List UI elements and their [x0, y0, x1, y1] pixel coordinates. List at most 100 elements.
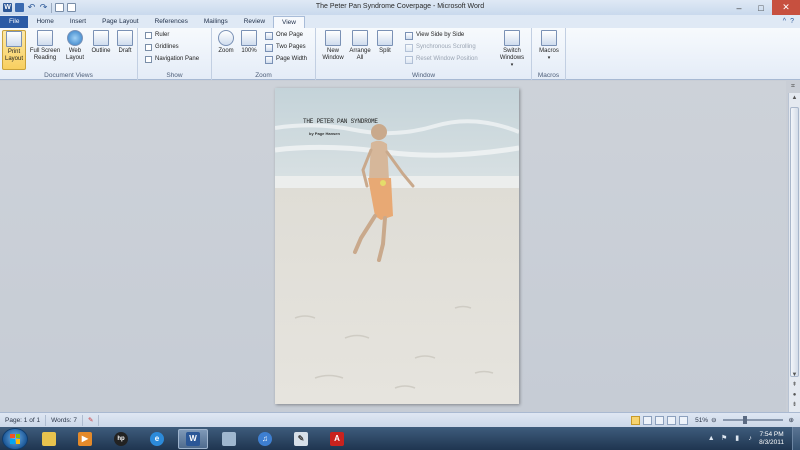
zoom-in-icon[interactable]: ⊕ [789, 416, 794, 424]
full-screen-view-icon[interactable] [643, 415, 653, 425]
macros-icon [541, 30, 557, 46]
taskbar-windows-explorer[interactable] [34, 429, 64, 449]
save-icon[interactable] [15, 3, 24, 12]
undo-icon[interactable]: ↶ [27, 3, 36, 12]
folder-icon [42, 431, 56, 446]
volume-icon[interactable]: ♪ [746, 435, 754, 443]
tab-mailings[interactable]: Mailings [196, 16, 236, 28]
tab-home[interactable]: Home [28, 16, 61, 28]
show-hidden-icons-icon[interactable]: ▲ [707, 435, 715, 443]
zoom-slider[interactable] [722, 416, 783, 424]
word-logo-icon[interactable]: W [3, 3, 12, 12]
two-pages-button[interactable]: Two Pages [265, 43, 306, 52]
ruler-checkbox[interactable]: Ruler [145, 31, 169, 40]
ruler-label: Ruler [155, 32, 170, 38]
draft-view-icon[interactable] [679, 415, 689, 425]
zoom-out-icon[interactable]: ⊖ [711, 416, 716, 424]
scroll-up-icon[interactable]: ▲ [789, 93, 800, 103]
taskbar-paint[interactable]: ✎ [286, 429, 316, 449]
clock[interactable]: 7:54 PM 8/3/2011 [759, 431, 784, 447]
tab-insert[interactable]: Insert [62, 16, 94, 28]
taskbar-adobe-reader[interactable]: A [322, 429, 352, 449]
minimize-button[interactable]: – [728, 0, 750, 15]
scroll-down-icon[interactable]: ▼ [789, 370, 800, 380]
arrange-all-label: Arrange All [349, 48, 371, 61]
split-label: Split [379, 48, 391, 54]
print-preview-icon[interactable] [67, 3, 76, 12]
zoom-100-label: 100% [241, 48, 257, 54]
ribbon-tabs: File Home Insert Page Layout References … [0, 15, 800, 28]
taskbar-network[interactable] [214, 429, 244, 449]
word-count[interactable]: Words: 7 [46, 414, 83, 426]
print-layout-icon [6, 31, 22, 47]
qat-separator [51, 2, 52, 13]
view-side-by-side-label: View Side by Side [416, 32, 465, 38]
tab-page-layout[interactable]: Page Layout [94, 16, 147, 28]
view-side-by-side-icon [405, 31, 413, 40]
taskbar-itunes[interactable]: ♫ [250, 429, 280, 449]
new-document-icon[interactable] [55, 3, 64, 12]
start-button[interactable] [2, 427, 28, 450]
group-document-views: Print Layout Full Screen Reading Web Lay… [0, 28, 138, 80]
maximize-button[interactable]: □ [750, 0, 772, 15]
synchronous-scrolling-icon [405, 43, 413, 52]
reset-window-position-button[interactable]: Reset Window Position [405, 55, 478, 64]
zoom-100-button[interactable]: 100% [239, 30, 259, 55]
view-side-by-side-button[interactable]: View Side by Side [405, 31, 464, 40]
tab-view[interactable]: View [273, 16, 305, 28]
zoom-slider-knob[interactable] [742, 416, 747, 424]
page-width-icon [265, 55, 273, 64]
view-ruler-icon[interactable]: ⌗ [788, 83, 798, 93]
outline-view-icon[interactable] [667, 415, 677, 425]
network-status-icon[interactable]: ▮ [733, 435, 741, 443]
taskbar-microsoft-word[interactable]: W [178, 428, 208, 449]
one-page-label: One Page [276, 32, 304, 38]
macros-button[interactable]: Macros ▾ [536, 30, 562, 62]
new-window-button[interactable]: New Window [319, 30, 347, 62]
one-page-button[interactable]: One Page [265, 31, 303, 40]
zoom-label: Zoom [218, 48, 234, 54]
synchronous-scrolling-button[interactable]: Synchronous Scrolling [405, 43, 476, 52]
tab-review[interactable]: Review [236, 16, 273, 28]
reset-window-position-icon [405, 55, 413, 64]
help-icon[interactable]: ? [790, 18, 794, 25]
switch-windows-button[interactable]: Switch Windows ▾ [496, 30, 528, 69]
taskbar-internet-explorer[interactable]: e [142, 429, 172, 449]
page-width-button[interactable]: Page Width [265, 55, 307, 64]
split-button[interactable]: Split [375, 30, 395, 55]
minimize-ribbon-icon[interactable]: ^ [783, 18, 786, 25]
browse-object-icon[interactable]: ● [789, 390, 800, 400]
next-page-icon[interactable]: ⇟ [789, 400, 800, 410]
flag-icon[interactable]: ⚑ [720, 435, 728, 443]
taskbar-hp[interactable]: hp [106, 429, 136, 449]
group-zoom: Zoom 100% One Page Two Pages Page Width … [212, 28, 316, 80]
gridlines-checkbox[interactable]: Gridlines [145, 43, 179, 52]
tab-file[interactable]: File [0, 16, 29, 28]
document-page[interactable]: THE PETER PAN SYNDROME by Page Hansen [275, 88, 519, 404]
tab-references[interactable]: References [147, 16, 196, 28]
previous-page-icon[interactable]: ⇞ [789, 380, 800, 390]
web-layout-button[interactable]: Web Layout [64, 30, 86, 62]
zoom-level[interactable]: 51% [695, 417, 708, 424]
switch-windows-label: Switch Windows [499, 48, 525, 61]
outline-label: Outline [91, 48, 111, 54]
vertical-scrollbar[interactable]: ▲ ▼ ⇞ ● ⇟ [788, 93, 800, 412]
outline-button[interactable]: Outline [88, 30, 114, 55]
print-layout-button[interactable]: Print Layout [2, 30, 26, 70]
draft-button[interactable]: Draft [115, 30, 135, 55]
web-layout-view-icon[interactable] [655, 415, 665, 425]
arrange-all-button[interactable]: Arrange All [348, 30, 372, 62]
scroll-thumb[interactable] [790, 107, 799, 377]
redo-icon[interactable]: ↷ [39, 3, 48, 12]
print-layout-view-icon[interactable] [631, 415, 641, 425]
group-label-show: Show [166, 72, 183, 79]
group-window: New Window Arrange All Split View Side b… [316, 28, 532, 80]
proofing-icon[interactable]: ✎ [83, 414, 100, 426]
page-count[interactable]: Page: 1 of 1 [0, 414, 47, 426]
navigation-pane-checkbox[interactable]: Navigation Pane [145, 55, 199, 64]
close-button[interactable]: ✕ [772, 0, 800, 15]
show-desktop-button[interactable] [792, 427, 800, 450]
zoom-button[interactable]: Zoom [216, 30, 236, 55]
full-screen-reading-button[interactable]: Full Screen Reading [29, 30, 61, 62]
taskbar-media-player[interactable]: ▶ [70, 429, 100, 449]
